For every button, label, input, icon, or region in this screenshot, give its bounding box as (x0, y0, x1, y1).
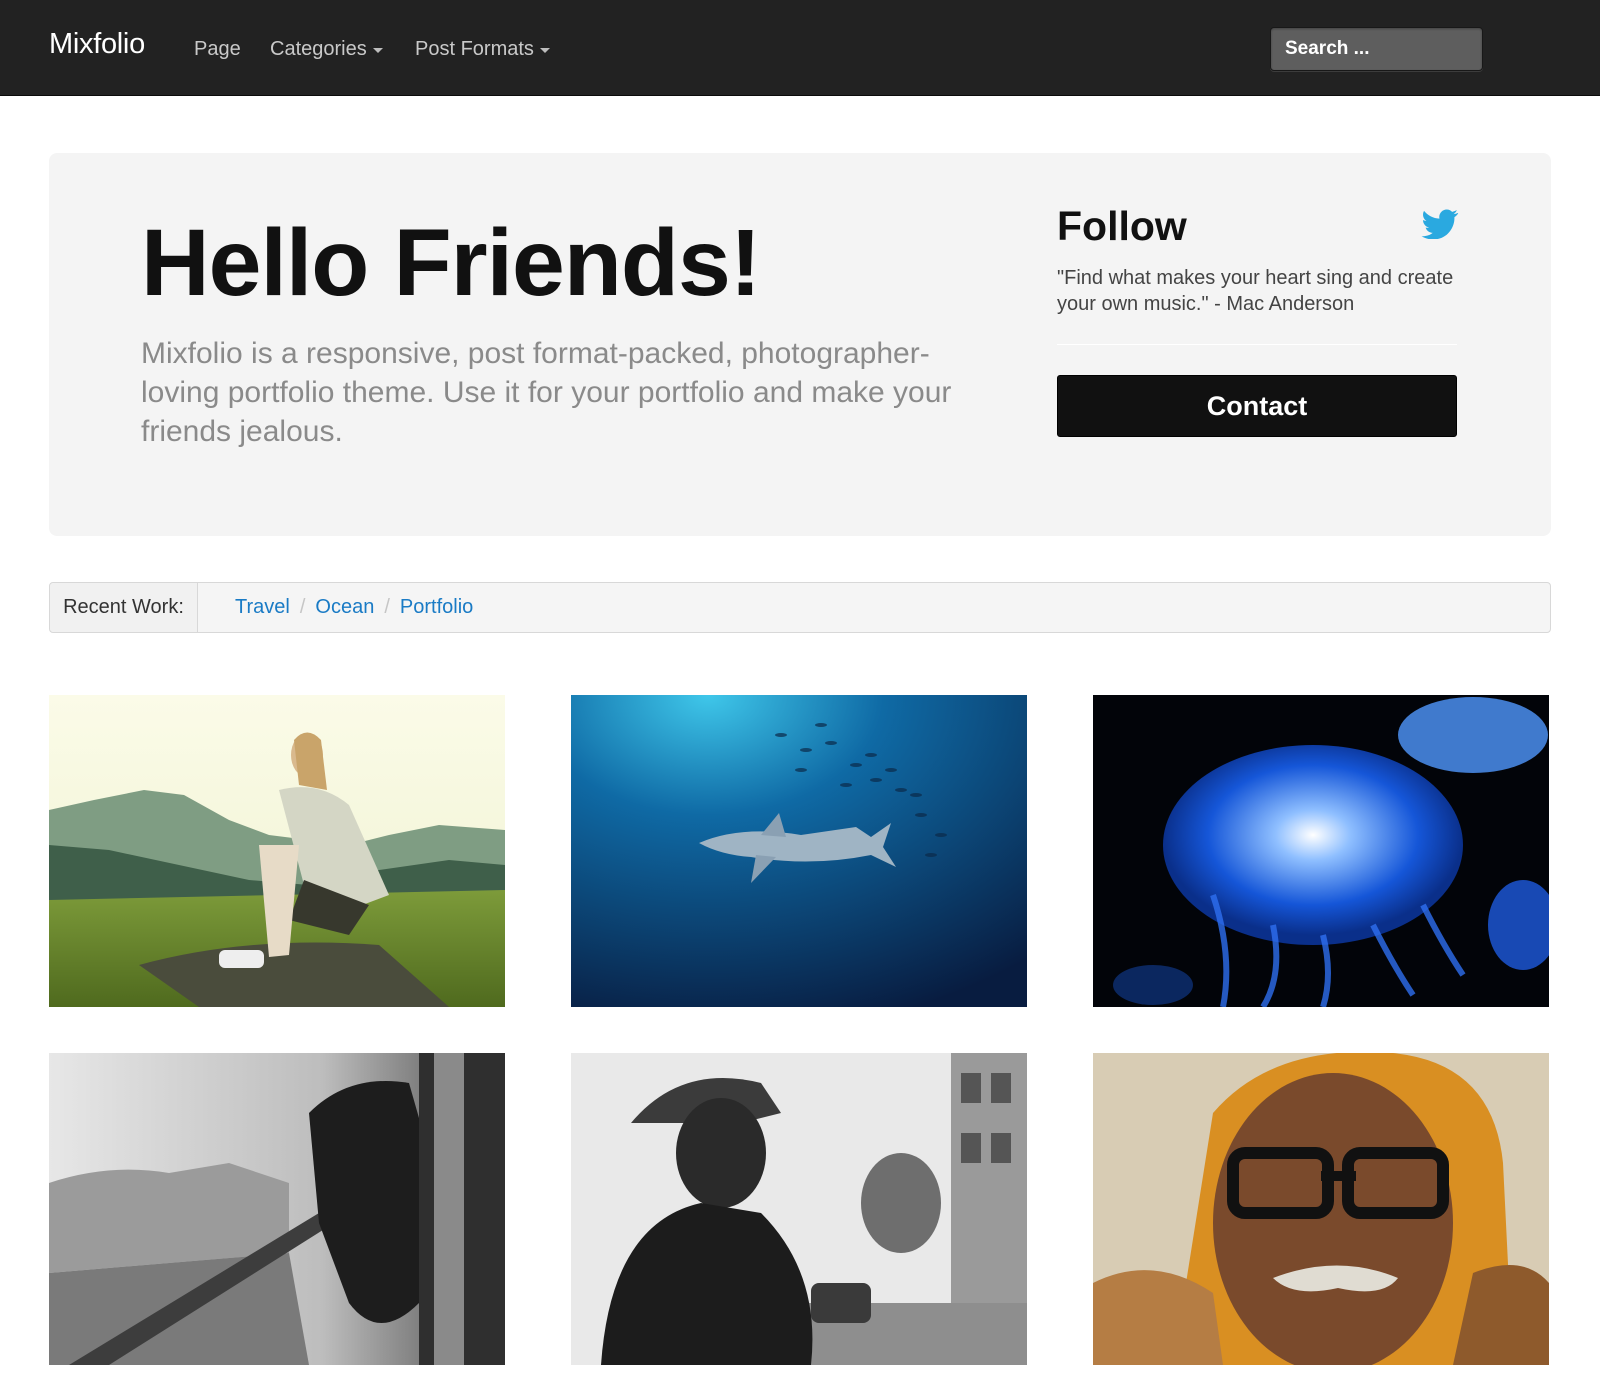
nav-item-categories[interactable]: Categories (270, 38, 383, 61)
nav-item-label: Categories (270, 38, 367, 60)
nav-item-label: Page (194, 38, 241, 60)
nav-item-page[interactable]: Page (194, 38, 241, 61)
gallery-thumbnail-woman-hill[interactable] (49, 695, 505, 1007)
gallery-thumbnail-jellyfish[interactable] (1093, 695, 1549, 1007)
gallery-thumbnail-man-cap[interactable] (571, 1053, 1027, 1365)
breadcrumb-separator: / (299, 596, 306, 618)
breadcrumb: Travel / Ocean / Portfolio (235, 583, 473, 632)
follow-quote: "Find what makes your heart sing and cre… (1057, 267, 1454, 315)
gallery-thumbnail-shark[interactable] (571, 695, 1027, 1007)
recent-work-label: Recent Work: (50, 583, 198, 632)
breadcrumb-link-travel[interactable]: Travel (235, 596, 290, 619)
nav-item-post-formats[interactable]: Post Formats (415, 38, 550, 61)
breadcrumb-link-portfolio[interactable]: Portfolio (400, 596, 473, 619)
train-window-bw-photo (49, 1053, 505, 1365)
top-navbar: Mixfolio Page Categories Post Formats (0, 0, 1600, 96)
gallery-thumbnail-train-window[interactable] (49, 1053, 505, 1365)
caret-down-icon (372, 48, 383, 53)
nav-item-label: Post Formats (415, 38, 534, 60)
man-in-cap-bw-photo (571, 1053, 1027, 1365)
old-man-turban-photo (1093, 1053, 1549, 1365)
hero-title: Hello Friends! (141, 210, 761, 316)
woman-sitting-on-hill-photo (49, 695, 505, 1007)
shark-underwater-photo (571, 695, 1027, 1007)
breadcrumb-link-ocean[interactable]: Ocean (315, 596, 374, 619)
caret-down-icon (539, 48, 550, 53)
blue-jellyfish-photo (1093, 695, 1549, 1007)
hero-description: Mixfolio is a responsive, post format-pa… (141, 337, 952, 448)
recent-work-breadcrumb: Recent Work: Travel / Ocean / Portfolio (49, 582, 1551, 633)
follow-heading: Follow (1057, 203, 1187, 249)
hero-unit: Hello Friends! Mixfolio is a responsive,… (49, 153, 1551, 536)
breadcrumb-separator: / (384, 596, 390, 618)
twitter-bird-icon[interactable] (1421, 209, 1459, 239)
site-brand[interactable]: Mixfolio (49, 28, 145, 61)
contact-button[interactable]: Contact (1057, 375, 1457, 437)
search-input[interactable] (1270, 27, 1483, 71)
gallery-thumbnail-old-man[interactable] (1093, 1053, 1549, 1365)
divider (1057, 344, 1457, 345)
